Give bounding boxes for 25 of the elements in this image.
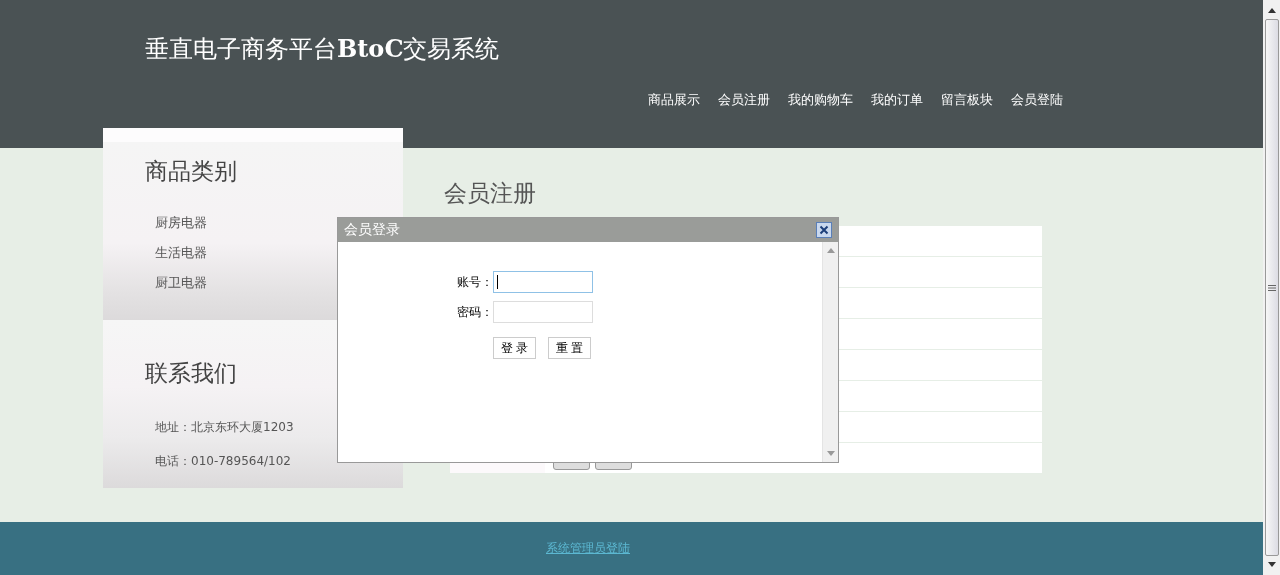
nav-link[interactable]: 会员注册 [718, 91, 770, 109]
nav-link[interactable]: 会员登陆 [1011, 91, 1063, 109]
input-field[interactable] [493, 271, 593, 293]
dialog-button[interactable]: 重 置 [548, 337, 591, 359]
nav-link[interactable]: 我的订单 [871, 91, 923, 109]
scroll-thumb[interactable] [1264, 19, 1279, 556]
page-heading: 会员注册 [444, 179, 537, 208]
contact-text: 电话：010-789564/102 [155, 453, 292, 470]
scroll-up-icon[interactable] [1267, 8, 1276, 13]
dialog-button[interactable]: 登 录 [493, 337, 536, 359]
nav-link[interactable]: 我的购物车 [788, 91, 853, 109]
sidebar-heading: 商品类别 [145, 157, 238, 186]
field-label: 密码： [456, 303, 493, 321]
contact-text: 地址：北京东环大厦1203 [155, 419, 295, 436]
scrollbar[interactable] [1263, 0, 1280, 575]
field-label: 账号： [456, 273, 493, 291]
nav-link[interactable]: 商品展示 [648, 91, 700, 109]
nav-link[interactable]: 留言板块 [941, 91, 993, 109]
grip-icon [1267, 284, 1276, 291]
close-icon[interactable] [816, 222, 832, 238]
sidebar-heading: 联系我们 [145, 359, 238, 388]
scroll-down-icon[interactable] [1267, 562, 1276, 567]
input-field[interactable] [493, 301, 593, 323]
site-title: 垂直电子商务平台BtoC交易系统 [145, 33, 500, 65]
dialog-title: 会员登录 [344, 221, 400, 239]
